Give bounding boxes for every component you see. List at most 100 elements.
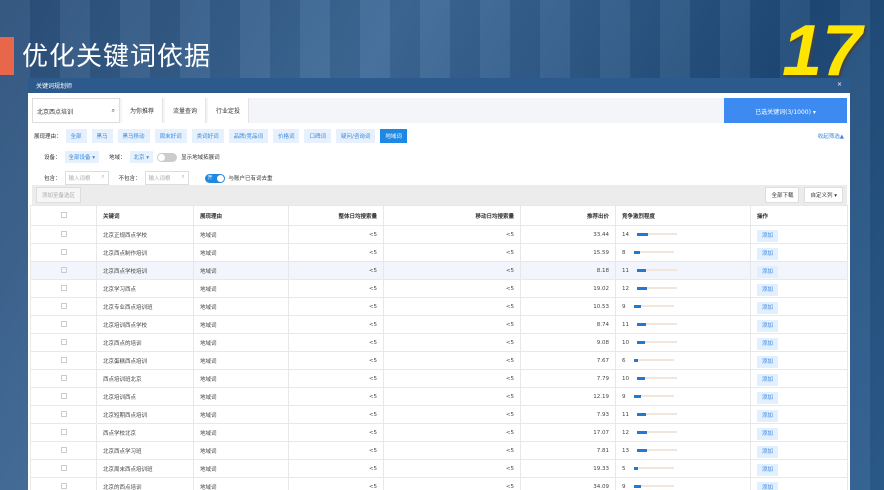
row-checkbox[interactable] <box>60 248 67 255</box>
selected-keywords-button[interactable]: 已选关键词(3/1000) ▾ <box>724 98 847 123</box>
add-button[interactable]: 添加 <box>757 319 779 332</box>
row-checkbox[interactable] <box>60 374 67 381</box>
filter-chip[interactable]: 地域词 <box>380 129 407 143</box>
row-select-cell[interactable] <box>30 459 97 478</box>
row-select-cell[interactable] <box>30 441 97 460</box>
row-select-cell[interactable] <box>30 333 97 352</box>
tab-industry[interactable]: 行业定投 <box>208 98 250 123</box>
table-row: 北京培训西点 地域词 <5 <5 12.19 9 添加 <box>30 387 848 406</box>
col-competition[interactable]: 竞争激烈程度 <box>615 205 751 226</box>
row-select-cell[interactable] <box>30 315 97 334</box>
table-row: 西点学校北京 地域词 <5 <5 17.07 12 添加 <box>30 423 848 442</box>
competition-cell: 6 <box>615 351 751 370</box>
tab-traffic[interactable]: 流量查询 <box>165 98 207 123</box>
col-overall-search[interactable]: 整体日均搜索量 <box>288 205 384 226</box>
top-row: 北京西点培训 ⌕ 为你推荐 流量查询 行业定投 已选关键词(3/1000) ▾ <box>32 98 847 123</box>
row-checkbox[interactable] <box>60 302 67 309</box>
dedupe-toggle[interactable]: 开 <box>204 173 225 183</box>
row-checkbox[interactable] <box>60 410 67 417</box>
row-select-cell[interactable] <box>30 351 97 370</box>
row-select-cell[interactable] <box>30 477 97 490</box>
row-checkbox[interactable] <box>60 284 67 291</box>
row-checkbox[interactable] <box>60 428 67 435</box>
mobile-search-cell: <5 <box>383 315 521 334</box>
tab-recommend[interactable]: 为你推荐 <box>122 98 164 123</box>
add-button[interactable]: 添加 <box>757 283 779 296</box>
exclude-input[interactable]: 输入词根 ⌕ <box>144 171 189 185</box>
filter-chip[interactable]: 黑马移动 <box>117 129 150 143</box>
filter-chip[interactable]: 疑问/咨询词 <box>335 129 376 143</box>
competition-value: 14 <box>622 231 629 238</box>
region-expand-toggle[interactable] <box>157 152 178 162</box>
filter-chip[interactable]: 黑马 <box>91 129 113 143</box>
add-button[interactable]: 添加 <box>757 445 779 458</box>
select-all-header[interactable] <box>30 205 97 226</box>
row-select-cell[interactable] <box>30 243 97 262</box>
row-checkbox[interactable] <box>60 230 67 237</box>
search-input[interactable]: 北京西点培训 ⌕ <box>32 98 120 123</box>
row-checkbox[interactable] <box>60 392 67 399</box>
col-bid[interactable]: 推荐出价 <box>520 205 616 226</box>
collapse-filters-link[interactable]: 收起筛选▲ <box>818 132 844 140</box>
row-checkbox[interactable] <box>60 446 67 453</box>
include-input[interactable]: 输入词根 ⌕ <box>64 171 109 185</box>
col-reason[interactable]: 展现理由 <box>193 205 289 226</box>
overall-search-cell: <5 <box>288 387 384 406</box>
region-dropdown[interactable]: 北京 ▾ <box>129 151 154 163</box>
row-select-cell[interactable] <box>30 261 97 280</box>
add-button[interactable]: 添加 <box>757 409 779 422</box>
add-button[interactable]: 添加 <box>757 265 779 278</box>
mobile-search-cell: <5 <box>383 441 521 460</box>
search-icon[interactable]: ⌕ <box>112 107 115 114</box>
row-select-cell[interactable] <box>30 279 97 298</box>
filter-chip[interactable]: 口碑词 <box>304 129 331 143</box>
action-cell: 添加 <box>750 351 848 370</box>
add-button[interactable]: 添加 <box>757 337 779 350</box>
reason-cell: 地域词 <box>193 261 289 280</box>
overall-search-cell: <5 <box>288 369 384 388</box>
row-select-cell[interactable] <box>30 387 97 406</box>
action-cell: 添加 <box>750 315 848 334</box>
select-all-checkbox[interactable] <box>60 211 67 218</box>
add-button[interactable]: 添加 <box>757 463 779 476</box>
row-select-cell[interactable] <box>30 297 97 316</box>
row-checkbox[interactable] <box>60 338 67 345</box>
row-checkbox[interactable] <box>60 320 67 327</box>
row-select-cell[interactable] <box>30 405 97 424</box>
add-button[interactable]: 添加 <box>757 229 779 242</box>
mobile-search-cell: <5 <box>383 423 521 442</box>
row-checkbox[interactable] <box>60 464 67 471</box>
add-button[interactable]: 添加 <box>757 391 779 404</box>
col-mobile-search[interactable]: 移动日均搜索量 <box>383 205 521 226</box>
row-checkbox[interactable] <box>60 266 67 273</box>
add-button[interactable]: 添加 <box>757 373 779 386</box>
add-to-candidates-button[interactable]: 添加至备选区 <box>36 187 82 203</box>
mobile-search-cell: <5 <box>383 333 521 352</box>
add-button[interactable]: 添加 <box>757 301 779 314</box>
add-button[interactable]: 添加 <box>757 481 779 490</box>
close-icon[interactable]: × <box>837 81 842 90</box>
filter-chip[interactable]: 全部 <box>65 129 87 143</box>
device-dropdown[interactable]: 全部设备 ▾ <box>64 151 100 163</box>
row-select-cell[interactable] <box>30 423 97 442</box>
row-checkbox[interactable] <box>60 482 67 489</box>
exclude-label: 不包含： <box>118 176 141 182</box>
filter-chip[interactable]: 价格词 <box>272 129 300 143</box>
row-select-cell[interactable] <box>30 225 97 244</box>
row-select-cell[interactable] <box>30 369 97 388</box>
filter-chip[interactable]: 品牌/竞品词 <box>228 129 268 143</box>
add-button[interactable]: 添加 <box>757 355 779 368</box>
col-keyword[interactable]: 关键词 <box>96 205 194 226</box>
row-checkbox[interactable] <box>60 356 67 363</box>
filter-chip[interactable]: 类词好词 <box>191 129 224 143</box>
keyword-cell: 北京培训西点 <box>96 387 194 406</box>
add-button[interactable]: 添加 <box>757 427 779 440</box>
add-button[interactable]: 添加 <box>757 247 779 260</box>
filter-chip[interactable]: 周末好词 <box>154 129 187 143</box>
mobile-search-cell: <5 <box>383 369 521 388</box>
reason-cell: 地域词 <box>193 225 289 244</box>
download-all-button[interactable]: 全部下载 <box>765 187 800 203</box>
custom-columns-button[interactable]: 自定义列 ▾ <box>804 187 843 203</box>
keyword-cell: 北京西点学校培训 <box>96 261 194 280</box>
action-cell: 添加 <box>750 297 848 316</box>
